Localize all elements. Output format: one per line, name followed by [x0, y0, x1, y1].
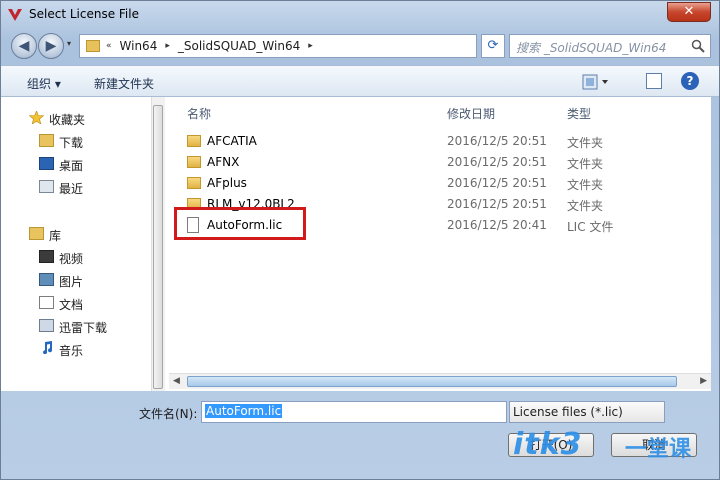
- folder-icon: [187, 135, 201, 147]
- search-input[interactable]: 搜索 _SolidSQUAD_Win64: [509, 34, 711, 58]
- file-list: 名称 修改日期 类型 AFCATIA 2016/12/5 20:51 文件夹 A…: [165, 97, 711, 391]
- breadcrumb-separator-icon[interactable]: ▸: [165, 41, 170, 51]
- close-button[interactable]: ✕: [667, 2, 711, 22]
- sidebar-item-downloads[interactable]: 下载: [59, 134, 83, 151]
- navigation-bar: ◀ ▶ ▾ « Win64 ▸ _SolidSQUAD_Win64 ▸ ⟳ 搜索…: [1, 29, 719, 65]
- recent-locations-chevron-icon[interactable]: ▾: [67, 39, 71, 48]
- file-type: 文件夹: [567, 199, 604, 213]
- column-header-type[interactable]: 类型: [567, 105, 591, 122]
- refresh-button[interactable]: ⟳: [481, 34, 505, 58]
- music-note-icon: [43, 341, 53, 354]
- file-type: 文件夹: [567, 178, 604, 192]
- address-bar[interactable]: « Win64 ▸ _SolidSQUAD_Win64 ▸: [79, 34, 477, 58]
- back-button[interactable]: ◀: [11, 33, 37, 59]
- scroll-left-icon[interactable]: ◀: [173, 376, 180, 386]
- favorites-star-icon: [29, 111, 44, 124]
- file-type-filter-select[interactable]: License files (*.lic): [509, 401, 665, 423]
- file-name: AFplus: [207, 176, 247, 190]
- file-type: 文件夹: [567, 136, 604, 150]
- sidebar-item-desktop[interactable]: 桌面: [59, 157, 83, 174]
- view-options-icon[interactable]: [581, 73, 611, 91]
- horizontal-scrollbar-thumb[interactable]: [187, 376, 677, 387]
- breadcrumb-separator-icon[interactable]: ▸: [308, 41, 313, 51]
- filename-value: AutoForm.lic: [205, 404, 283, 418]
- recent-places-icon: [39, 180, 54, 193]
- sidebar-item-videos[interactable]: 视频: [59, 250, 83, 267]
- preview-pane-icon[interactable]: [646, 73, 662, 89]
- highlight-box: [174, 207, 306, 240]
- sidebar-item-thunder-downloads[interactable]: 迅雷下载: [59, 319, 107, 336]
- navpane-scrollbar-thumb[interactable]: [153, 105, 163, 389]
- scroll-right-icon[interactable]: ▶: [700, 376, 707, 386]
- file-row[interactable]: AFCATIA 2016/12/5 20:51 文件夹: [165, 131, 711, 152]
- app-logo-icon: [8, 9, 22, 21]
- sidebar-group-favorites[interactable]: 收藏夹: [49, 111, 85, 128]
- file-date: 2016/12/5 20:41: [447, 218, 547, 232]
- file-type: 文件夹: [567, 157, 604, 171]
- organize-button[interactable]: 组织 ▾: [27, 75, 61, 92]
- horizontal-scrollbar[interactable]: ◀ ▶: [169, 373, 711, 389]
- help-button[interactable]: ?: [681, 72, 699, 90]
- folder-icon: [187, 177, 201, 189]
- column-header-name[interactable]: 名称: [187, 105, 211, 122]
- filename-input[interactable]: AutoForm.lic: [201, 401, 507, 423]
- sidebar-item-music[interactable]: 音乐: [59, 342, 83, 359]
- sidebar-item-documents[interactable]: 文档: [59, 296, 83, 313]
- downloads-folder-icon: [39, 134, 54, 147]
- breadcrumb-win64[interactable]: Win64: [120, 39, 158, 53]
- file-row[interactable]: AFNX 2016/12/5 20:51 文件夹: [165, 152, 711, 173]
- desktop-icon: [39, 157, 54, 170]
- pictures-icon: [39, 273, 54, 286]
- watermark-brand: itk3: [513, 427, 583, 462]
- title-bar: Select License File ✕: [1, 1, 719, 29]
- folder-icon: [187, 156, 201, 168]
- column-header-date[interactable]: 修改日期: [447, 105, 495, 122]
- sidebar-group-library[interactable]: 库: [49, 227, 61, 244]
- watermark-suffix: 一堂课: [625, 437, 692, 462]
- folder-icon: [86, 40, 100, 52]
- command-toolbar: 组织 ▾ 新建文件夹 ?: [1, 65, 719, 97]
- file-date: 2016/12/5 20:51: [447, 155, 547, 169]
- search-icon[interactable]: [691, 39, 705, 53]
- sidebar-item-recent[interactable]: 最近: [59, 180, 83, 197]
- library-icon: [29, 227, 44, 240]
- file-date: 2016/12/5 20:51: [447, 197, 547, 211]
- file-date: 2016/12/5 20:51: [447, 176, 547, 190]
- sidebar-item-pictures[interactable]: 图片: [59, 273, 83, 290]
- video-icon: [39, 250, 54, 263]
- window-title: Select License File: [29, 7, 139, 21]
- thunder-download-icon: [39, 319, 54, 332]
- file-date: 2016/12/5 20:51: [447, 134, 547, 148]
- file-name: AFNX: [207, 155, 240, 169]
- dialog-window: Select License File ✕ ◀ ▶ ▾ « Win64 ▸ _S…: [0, 0, 720, 480]
- dialog-footer: 文件名(N): AutoForm.lic License files (*.li…: [1, 391, 719, 479]
- file-name: AFCATIA: [207, 134, 257, 148]
- documents-icon: [39, 296, 54, 309]
- file-row[interactable]: AFplus 2016/12/5 20:51 文件夹: [165, 173, 711, 194]
- file-type: LIC 文件: [567, 220, 614, 234]
- breadcrumb-overflow[interactable]: «: [106, 41, 112, 51]
- breadcrumb-solidsquad[interactable]: _SolidSQUAD_Win64: [178, 39, 300, 53]
- forward-button[interactable]: ▶: [38, 33, 64, 59]
- navigation-pane: 收藏夹 下载 桌面 最近 库 视频 图片 文档 迅雷下载 音乐: [1, 97, 165, 391]
- new-folder-button[interactable]: 新建文件夹: [94, 75, 154, 92]
- filename-label: 文件名(N):: [139, 407, 198, 421]
